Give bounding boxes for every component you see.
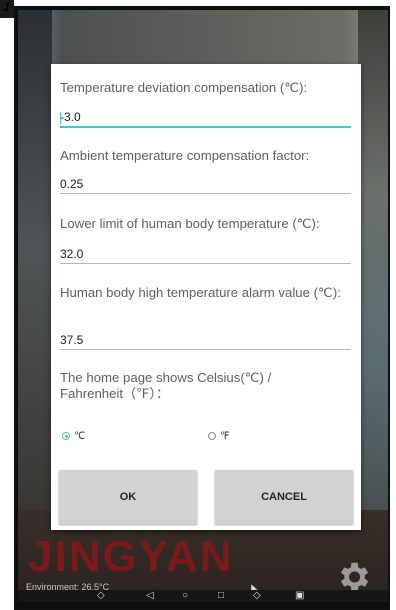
settings-dialog: Temperature deviation compensation (℃): … [51,64,361,530]
ambient-compensation-input[interactable] [60,174,351,194]
lower-limit-label: Lower limit of human body temperature (℃… [60,216,320,231]
high-temperature-alarm-input[interactable] [60,330,351,350]
celsius-radio-label: ℃ [74,430,86,442]
radio-unchecked-icon [208,432,216,440]
volume-up-icon[interactable]: ◇ [253,590,261,602]
system-navbar: ◇ ◁ ○ □ ◇ ▣ [18,590,388,602]
screenshot-icon[interactable]: ▣ [295,590,304,602]
ok-button[interactable]: OK [59,470,197,524]
high-temperature-alarm-label: Human body high temperature alarm value … [60,285,341,300]
temperature-deviation-label: Temperature deviation compensation (℃): [60,80,308,95]
volume-icon[interactable]: ◇ [97,590,105,602]
corner-mark: J [3,2,10,14]
fahrenheit-radio-label: ℉ [220,430,230,442]
celsius-radio[interactable]: ℃ [62,429,85,443]
cancel-button[interactable]: CANCEL [215,470,353,524]
recents-icon[interactable]: □ [218,590,224,602]
text-caret [60,112,61,124]
radio-checked-icon [62,432,70,440]
temperature-deviation-input[interactable] [60,108,351,128]
fahrenheit-radio[interactable]: ℉ [208,429,230,443]
ambient-compensation-label: Ambient temperature compensation factor: [60,148,310,163]
unit-question-label: The home page shows Celsius(℃) / Fahrenh… [60,370,272,401]
lower-limit-input[interactable] [60,244,351,264]
back-icon[interactable]: ◁ [146,590,154,602]
home-icon[interactable]: ○ [182,590,188,602]
brand-text: JINGYAN [28,532,234,581]
